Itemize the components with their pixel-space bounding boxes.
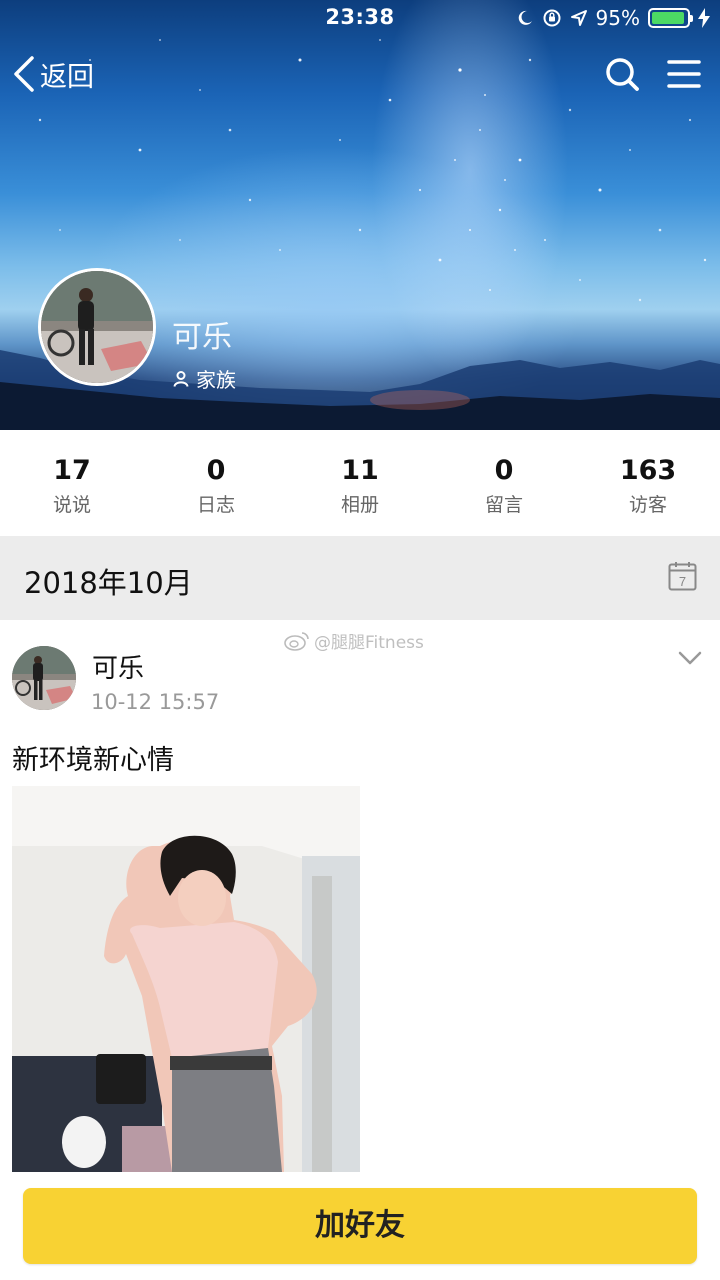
post-author-avatar[interactable] [12, 646, 76, 710]
add-friend-button[interactable]: 加好友 [23, 1188, 697, 1264]
post-timestamp: 10-12 15:57 [91, 690, 220, 714]
orientation-lock-icon [543, 9, 561, 27]
search-button[interactable] [602, 52, 642, 96]
stat-label: 日志 [196, 494, 235, 516]
battery-icon [648, 8, 693, 28]
stat-value: 163 [619, 455, 677, 486]
menu-button[interactable] [664, 52, 704, 96]
stat-messages[interactable]: 0 留言 [432, 430, 576, 536]
battery-percent: 95% [595, 6, 640, 30]
chevron-down-icon[interactable] [674, 644, 706, 672]
stat-value: 0 [206, 455, 226, 486]
profile-tag-label: 家族 [196, 368, 236, 392]
stat-value: 0 [494, 455, 514, 486]
month-header: 2018年10月 [0, 536, 720, 620]
watermark-text: @腿腿Fitness [314, 633, 424, 653]
back-label: 返回 [40, 61, 94, 93]
avatar-photo [12, 646, 76, 710]
post-author-name[interactable]: 可乐 [92, 648, 144, 685]
stat-label: 访客 [628, 494, 667, 516]
profile-page: 23:38 95% 返回 可乐 家族 17 说说 0 日志 11 相册 0 留言… [0, 0, 720, 1280]
stat-label: 留言 [484, 494, 523, 516]
stat-albums[interactable]: 11 相册 [288, 430, 432, 536]
calendar-icon[interactable]: 7 [668, 561, 697, 591]
stat-blog[interactable]: 0 日志 [144, 430, 288, 536]
watermark: @腿腿Fitness [284, 628, 424, 653]
calendar-day: 7 [679, 574, 686, 589]
stat-label: 相册 [340, 494, 379, 516]
weibo-icon [284, 631, 309, 651]
avatar-photo [41, 271, 153, 383]
person-icon [173, 370, 189, 387]
post-photo[interactable] [12, 786, 360, 1172]
profile-cover: 23:38 95% 返回 可乐 家族 [0, 0, 720, 430]
menu-icon [667, 60, 701, 88]
back-button[interactable]: 返回 [12, 52, 94, 96]
profile-tag[interactable]: 家族 [172, 364, 236, 393]
month-label: 2018年10月 [24, 566, 193, 600]
profile-name: 可乐 [172, 320, 232, 355]
post-image [12, 786, 360, 1172]
post-text: 新环境新心情 [12, 745, 174, 776]
stats-row: 17 说说 0 日志 11 相册 0 留言 163 访客 [0, 430, 720, 536]
location-arrow-icon [570, 10, 587, 26]
battery-fill [652, 12, 685, 24]
chevron-left-icon [14, 56, 34, 92]
status-indicators: 95% [516, 5, 710, 31]
stat-moments[interactable]: 17 说说 [0, 430, 144, 536]
navigation-bar: 返回 [0, 48, 720, 98]
stat-label: 说说 [52, 494, 91, 516]
charging-bolt-icon [698, 8, 710, 28]
stat-value: 17 [53, 455, 91, 486]
feed-post: @腿腿Fitness 可乐 10-12 15:57 新环境新心情 [0, 620, 720, 1280]
stat-visitors[interactable]: 163 访客 [576, 430, 720, 536]
search-icon [606, 58, 639, 91]
status-bar: 23:38 95% [0, 0, 720, 36]
stat-value: 11 [341, 455, 379, 486]
profile-avatar[interactable] [38, 268, 156, 386]
moon-icon [518, 10, 532, 25]
